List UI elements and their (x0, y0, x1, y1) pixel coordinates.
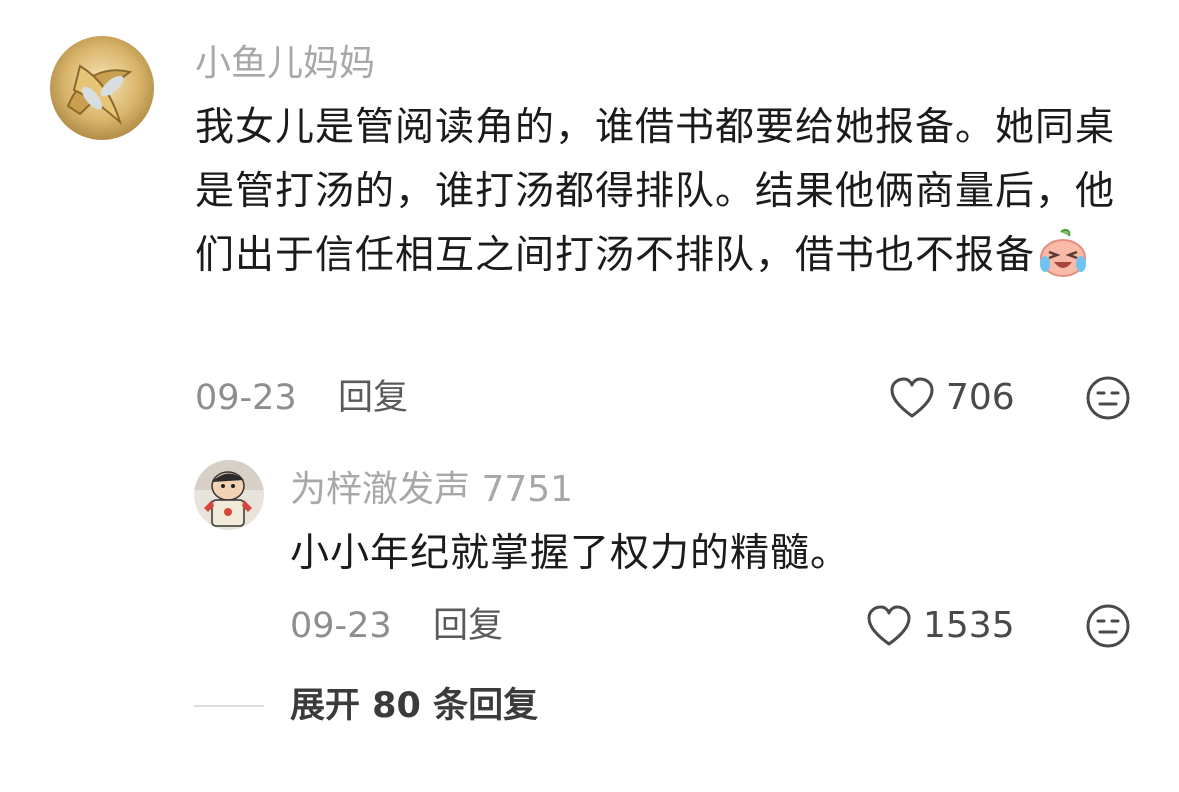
comment-like-button[interactable]: 706 (888, 374, 1028, 422)
laugh-cry-emoji-icon (1037, 228, 1089, 298)
reply-username[interactable]: 为梓澈发声 7751 (290, 470, 573, 510)
comment-body: 我女儿是管阅读角的，谁借书都要给她报备。她同桌是管打汤的，谁打汤都得排队。结果他… (195, 105, 1116, 278)
reply-date: 09-23 (290, 606, 392, 646)
reply-dislike-button[interactable] (1084, 602, 1132, 650)
reply-like-button[interactable]: 1535 (865, 602, 1035, 650)
expand-divider (194, 705, 264, 707)
reply-reply-button[interactable]: 回复 (433, 606, 503, 646)
comment-dislike-button[interactable] (1084, 374, 1132, 422)
avatar-fish-image (50, 36, 154, 140)
neutral-face-icon (1084, 376, 1132, 426)
comment-like-count: 706 (946, 377, 1015, 418)
comment-username[interactable]: 小鱼儿妈妈 (195, 44, 375, 84)
reply-text: 小小年纪就掌握了权力的精髓。 (290, 531, 851, 576)
comment-text: 我女儿是管阅读角的，谁借书都要给她报备。她同桌是管打汤的，谁打汤都得排队。结果他… (195, 96, 1125, 298)
heart-icon (865, 604, 913, 652)
comment-date: 09-23 (195, 378, 297, 418)
reply-like-count: 1535 (923, 605, 1015, 646)
avatar-cartoon-image (194, 460, 264, 530)
heart-icon (888, 376, 936, 424)
reply-avatar[interactable] (194, 460, 264, 530)
avatar[interactable] (50, 36, 154, 140)
expand-replies-button[interactable]: 展开 80 条回复 (290, 686, 538, 726)
comment-reply-button[interactable]: 回复 (338, 378, 408, 418)
neutral-face-icon (1084, 604, 1132, 654)
